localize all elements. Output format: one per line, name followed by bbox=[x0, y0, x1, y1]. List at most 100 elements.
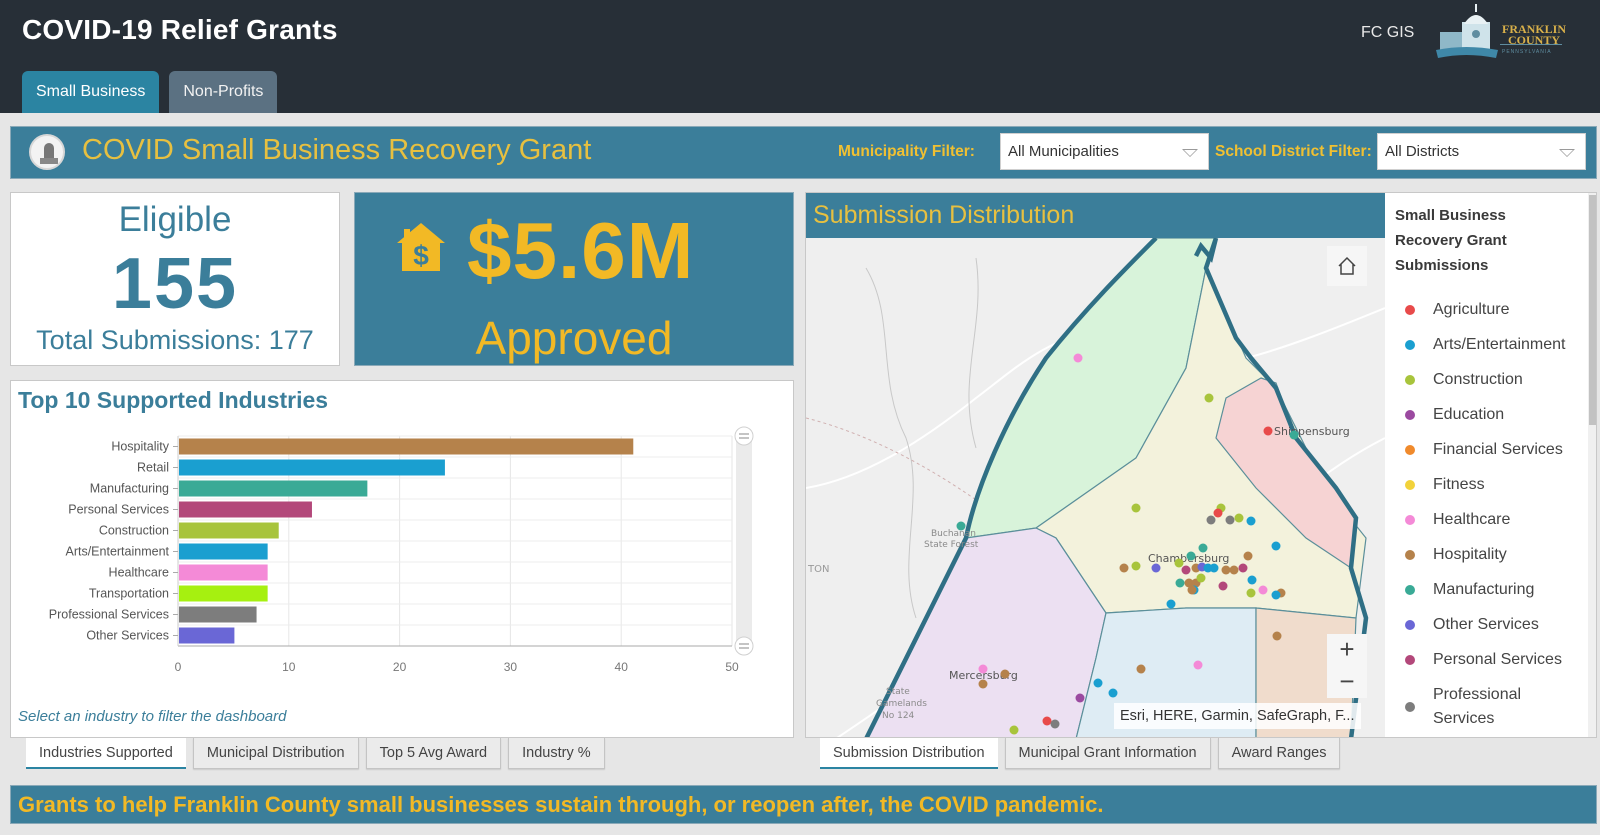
map-view[interactable]: Shippensburg Chambersburg Mercersburg Bu… bbox=[806, 238, 1385, 738]
map-zoom-out-button[interactable]: − bbox=[1327, 666, 1367, 698]
map-point-hospitality[interactable] bbox=[1243, 551, 1253, 561]
bar-manufacturing[interactable] bbox=[179, 480, 368, 497]
scroll-handle-top[interactable] bbox=[734, 426, 754, 446]
legend-label: Agriculture bbox=[1433, 301, 1510, 318]
legend-scrollbar[interactable] bbox=[1588, 193, 1596, 737]
map-point-manufacturing[interactable] bbox=[1198, 543, 1208, 553]
map-point-hospitality[interactable] bbox=[1000, 669, 1010, 679]
tab-non-profits[interactable]: Non-Profits bbox=[169, 71, 278, 113]
legend-item: Fitness bbox=[1405, 476, 1485, 494]
map-point-education[interactable] bbox=[1075, 693, 1085, 703]
home-icon bbox=[1338, 256, 1356, 275]
legend-title: Small Business Recovery Grant Submission… bbox=[1395, 207, 1507, 274]
map-point-arts-entertainment[interactable] bbox=[1271, 590, 1281, 600]
map-point-healthcare[interactable] bbox=[978, 664, 988, 674]
map-point-hospitality[interactable] bbox=[1187, 585, 1197, 595]
map-zoom-in-button[interactable]: + bbox=[1327, 634, 1367, 666]
bar-hospitality[interactable] bbox=[179, 438, 634, 455]
map-point-personal-services[interactable] bbox=[1218, 581, 1228, 591]
map-point-manufacturing[interactable] bbox=[1175, 578, 1185, 588]
legend-dot-icon bbox=[1405, 620, 1415, 630]
bar-professional-services[interactable] bbox=[179, 606, 257, 623]
map-point-hospitality[interactable] bbox=[1119, 563, 1129, 573]
bar-other-services[interactable] bbox=[179, 627, 235, 644]
school-district-filter-select[interactable]: All Districts bbox=[1377, 133, 1586, 170]
category-label: Personal Services bbox=[68, 503, 169, 517]
map-point-other-services[interactable] bbox=[1151, 563, 1161, 573]
bar-arts-entertainment[interactable] bbox=[179, 543, 268, 560]
map-point-agriculture[interactable] bbox=[1213, 508, 1223, 518]
map-point-personal-services[interactable] bbox=[1238, 563, 1248, 573]
school-district-filter-value: All Districts bbox=[1385, 143, 1460, 160]
total-submissions: Total Submissions: 177 bbox=[36, 325, 314, 355]
map-point-hospitality[interactable] bbox=[1221, 565, 1231, 575]
map-point-hospitality[interactable] bbox=[1229, 565, 1239, 575]
category-label: Other Services bbox=[86, 629, 169, 643]
map-point-construction[interactable] bbox=[1246, 588, 1256, 598]
label-shippensburg: Shippensburg bbox=[1274, 425, 1350, 438]
chart-scrollbar[interactable] bbox=[736, 436, 752, 646]
map-point-professional-services[interactable] bbox=[1225, 515, 1235, 525]
fc-gis-link[interactable]: FC GIS bbox=[1361, 24, 1414, 42]
tab-industries-supported[interactable]: Industries Supported bbox=[26, 738, 186, 769]
legend-label: Hospitality bbox=[1433, 546, 1507, 563]
logo-subtext: PENNSYLVANIA bbox=[1502, 49, 1552, 55]
map-point-hospitality[interactable] bbox=[978, 679, 988, 689]
map-point-manufacturing[interactable] bbox=[1289, 430, 1299, 440]
chart-tabs: Industries Supported Municipal Distribut… bbox=[26, 738, 605, 769]
map-point-personal-services[interactable] bbox=[1181, 565, 1191, 575]
map-point-professional-services[interactable] bbox=[1050, 719, 1060, 729]
map-point-construction[interactable] bbox=[1131, 503, 1141, 513]
category-label: Arts/Entertainment bbox=[65, 545, 169, 559]
map-point-hospitality[interactable] bbox=[1272, 631, 1282, 641]
map-point-arts-entertainment[interactable] bbox=[1166, 599, 1176, 609]
category-label: Hospitality bbox=[111, 440, 169, 454]
map-point-arts-entertainment[interactable] bbox=[1108, 688, 1118, 698]
tab-municipal-distribution[interactable]: Municipal Distribution bbox=[192, 738, 359, 769]
bar-construction[interactable] bbox=[179, 522, 279, 539]
map-point-hospitality[interactable] bbox=[1136, 664, 1146, 674]
legend-label: Arts/Entertainment bbox=[1433, 336, 1566, 353]
tab-small-business[interactable]: Small Business bbox=[22, 71, 160, 113]
map-point-construction[interactable] bbox=[1196, 573, 1206, 583]
map-point-arts-entertainment[interactable] bbox=[1271, 541, 1281, 551]
map-point-construction[interactable] bbox=[1204, 393, 1214, 403]
map-point-arts-entertainment[interactable] bbox=[1209, 563, 1219, 573]
map-point-agriculture[interactable] bbox=[1042, 716, 1052, 726]
map-point-arts-entertainment[interactable] bbox=[1246, 516, 1256, 526]
chevron-down-icon bbox=[1182, 149, 1198, 157]
map-point-arts-entertainment[interactable] bbox=[1093, 678, 1103, 688]
map-point-manufacturing[interactable] bbox=[956, 521, 966, 531]
map-point-manufacturing[interactable] bbox=[1186, 551, 1196, 561]
map-point-healthcare[interactable] bbox=[1193, 660, 1203, 670]
tab-municipal-grant-information[interactable]: Municipal Grant Information bbox=[1004, 738, 1211, 769]
bar-transportation[interactable] bbox=[179, 585, 268, 602]
map-point-construction[interactable] bbox=[1174, 558, 1184, 568]
map-point-healthcare[interactable] bbox=[1258, 585, 1268, 595]
map-point-professional-services[interactable] bbox=[1206, 515, 1216, 525]
map-point-construction[interactable] bbox=[1234, 513, 1244, 523]
chart-title: Top 10 Supported Industries bbox=[18, 387, 329, 413]
map-home-button[interactable] bbox=[1327, 246, 1367, 286]
top-tabs: Small Business Non-Profits bbox=[22, 71, 278, 113]
category-label: Healthcare bbox=[109, 566, 169, 580]
map-attribution[interactable]: Esri, HERE, Garmin, SafeGraph, F... bbox=[1114, 703, 1361, 729]
legend-label: Personal Services bbox=[1433, 651, 1562, 668]
map-point-healthcare[interactable] bbox=[1073, 353, 1083, 363]
scroll-handle-bottom[interactable] bbox=[734, 636, 754, 656]
municipality-filter-select[interactable]: All Municipalities bbox=[1000, 133, 1209, 170]
tab-award-ranges[interactable]: Award Ranges bbox=[1217, 738, 1341, 769]
footer-banner: Grants to help Franklin County small bus… bbox=[10, 785, 1597, 824]
bar-retail[interactable] bbox=[179, 459, 445, 476]
legend-scrollbar-thumb[interactable] bbox=[1589, 195, 1596, 425]
bar-personal-services[interactable] bbox=[179, 501, 312, 518]
bar-healthcare[interactable] bbox=[179, 564, 268, 581]
map-point-construction[interactable] bbox=[1131, 561, 1141, 571]
map-point-agriculture[interactable] bbox=[1263, 426, 1273, 436]
tab-top-5-avg-award[interactable]: Top 5 Avg Award bbox=[365, 738, 502, 769]
map-point-construction[interactable] bbox=[1009, 725, 1019, 735]
map-canvas[interactable]: Shippensburg Chambersburg Mercersburg Bu… bbox=[806, 238, 1385, 738]
tab-submission-distribution[interactable]: Submission Distribution bbox=[820, 738, 998, 769]
map-point-arts-entertainment[interactable] bbox=[1247, 575, 1257, 585]
tab-industry-percent[interactable]: Industry % bbox=[508, 738, 605, 769]
